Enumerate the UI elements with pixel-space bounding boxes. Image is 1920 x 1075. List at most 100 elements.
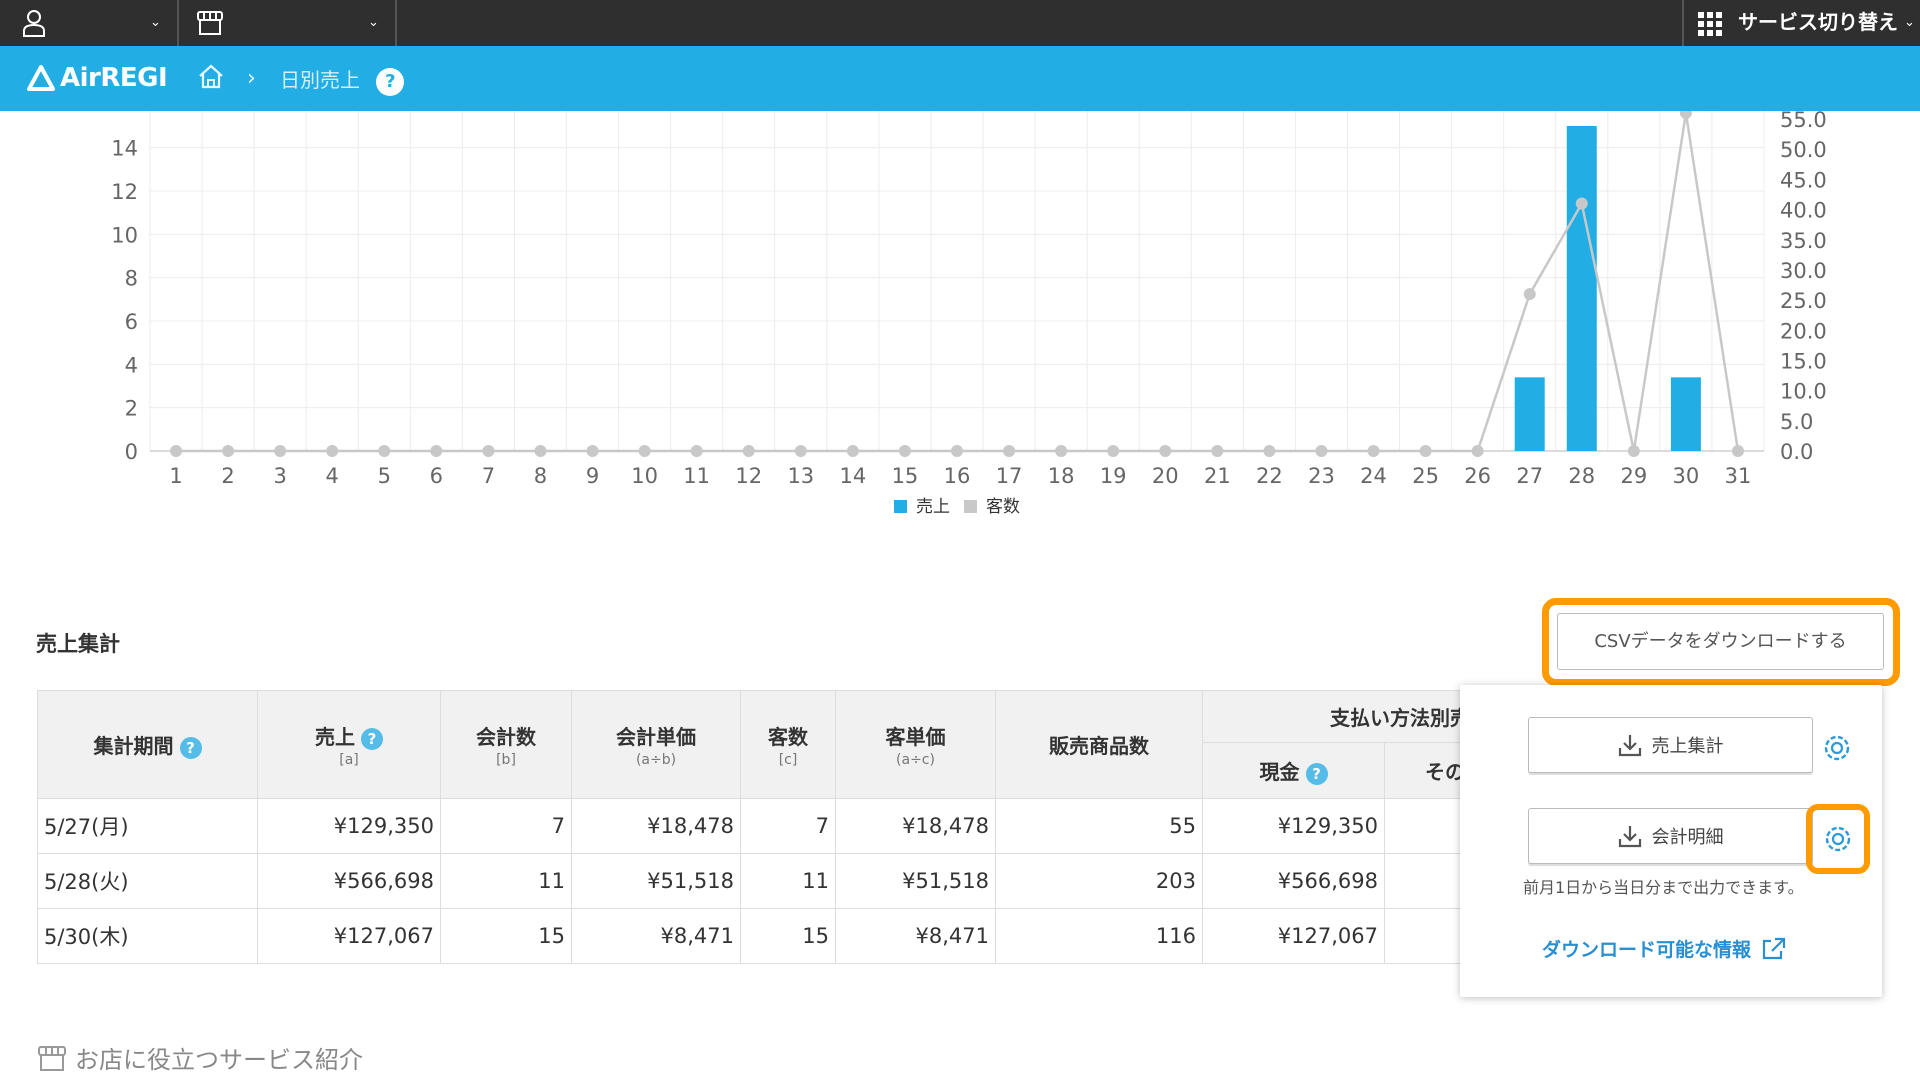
help-icon[interactable]: ? [1305,762,1328,785]
service-switch-button[interactable]: サービス切り替え [1738,0,1898,46]
apps-grid-icon[interactable] [1698,12,1724,36]
line-point [170,445,183,457]
table-row: 5/27(月) ¥129,350 7 ¥18,478 7 ¥18,478 55 … [37,798,1618,854]
x-tick-label: 28 [1568,464,1595,488]
x-tick-label: 5 [378,464,391,488]
line-point [326,445,339,457]
store-menu[interactable] [196,0,224,46]
x-tick-label: 16 [944,464,971,488]
legend-swatch-sales [894,500,907,513]
line-point [1107,445,1120,457]
download-sales-summary-button[interactable]: 売上集計 [1528,717,1813,773]
divider [177,0,179,46]
cell-cash: ¥127,067 [1202,908,1385,964]
airregi-logo[interactable]: AirREGI [26,60,168,96]
x-tick-label: 17 [996,464,1023,488]
cell-unit-price: ¥8,471 [571,908,741,964]
cell-cash: ¥129,350 [1202,798,1385,854]
line-point [1315,445,1328,457]
help-icon[interactable]: ? [179,736,202,759]
settings-gear-icon[interactable] [1820,731,1854,765]
x-tick-label: 10 [631,464,658,488]
logo-icon [27,65,55,91]
col-per-customer: 客単価 (a÷c) [835,690,996,799]
daily-sales-chart: 024681012140.05.010.015.020.025.030.035.… [111,111,1827,517]
downloadable-info-link[interactable]: ダウンロード可能な情報 [1542,935,1787,962]
line-point [430,445,443,457]
line-point [1003,445,1016,457]
line-point [794,445,807,457]
chevron-down-icon[interactable]: ⌄ [1904,15,1915,30]
y-right-tick-label: 30.0 [1780,259,1827,283]
line-point [846,445,859,457]
legend-label-sales: 売上 [916,497,950,517]
cell-items-sold: 55 [995,798,1203,854]
y-right-tick-label: 45.0 [1780,168,1827,192]
line-point [586,445,599,457]
line-point [1159,445,1172,457]
line-point [378,445,391,457]
cell-count: 15 [440,908,572,964]
y-right-tick-label: 25.0 [1780,289,1827,313]
x-tick-label: 7 [482,464,495,488]
help-icon[interactable]: ? [376,67,405,96]
y-right-tick-label: 50.0 [1780,138,1827,162]
col-sales: 売上? [a] [257,690,441,799]
cell-count: 11 [440,853,572,909]
store-icon [197,11,223,35]
line-point [1211,445,1224,457]
line-point [690,445,703,457]
top-bar: ⌄ ⌄ サービス切り替え ⌄ [0,0,1920,46]
line-point [951,445,963,457]
button-label: 売上集計 [1651,736,1724,757]
help-icon[interactable]: ? [361,727,383,750]
download-note: 前月1日から当日分まで出力できます。 [1523,878,1804,897]
x-tick-label: 20 [1152,464,1179,488]
x-tick-label: 24 [1360,464,1387,488]
y-right-tick-label: 20.0 [1780,319,1827,343]
y-left-tick-label: 4 [125,353,138,377]
bar [1514,377,1545,451]
csv-download-button[interactable]: CSVデータをダウンロードする [1557,613,1884,670]
store-icon [38,1045,66,1071]
y-left-tick-label: 14 [111,137,138,161]
line-point [274,445,287,457]
col-customers: 客数 [c] [740,690,836,799]
cell-cash: ¥566,698 [1202,853,1385,909]
y-left-tick-label: 0 [125,440,138,464]
line-point [1575,197,1588,210]
home-icon[interactable] [197,63,225,93]
line-point [1679,111,1692,119]
y-right-tick-label: 15.0 [1780,349,1827,373]
cell-period: 5/27(月) [37,798,258,854]
line-point [1055,445,1068,457]
services-intro[interactable]: お店に役立つサービス紹介 [37,1040,363,1075]
download-icon [1618,735,1641,757]
download-account-detail-button[interactable]: 会計明細 [1528,808,1813,864]
x-tick-label: 15 [892,464,919,488]
x-tick-label: 8 [534,464,547,488]
bar [1670,377,1701,451]
chevron-down-icon[interactable]: ⌄ [150,15,161,30]
line-point [1731,445,1744,457]
divider [1682,0,1684,46]
user-menu[interactable] [22,0,46,46]
divider [395,0,397,46]
cell-items-sold: 116 [995,908,1203,964]
line-point [1523,288,1536,301]
legend-label-customers: 客数 [986,497,1020,517]
line-point [1367,445,1380,457]
x-tick-label: 3 [273,464,286,488]
x-tick-label: 14 [840,464,867,488]
cell-sales: ¥129,350 [257,798,441,854]
cell-per-customer: ¥51,518 [835,853,996,909]
y-right-tick-label: 35.0 [1780,229,1827,253]
col-cash: 現金? [1202,742,1385,799]
cell-items-sold: 203 [995,853,1203,909]
x-tick-label: 31 [1725,464,1752,488]
chevron-down-icon[interactable]: ⌄ [368,15,379,30]
button-label: 会計明細 [1651,827,1724,848]
table-row: 5/28(火) ¥566,698 11 ¥51,518 11 ¥51,518 2… [37,853,1618,909]
settings-gear-icon[interactable] [1821,822,1855,856]
table-header-row: 集計期間? 売上? [a] 会計数 [b] 会計単価 (a÷b) 客数 [c] 客単価… [37,690,1618,799]
